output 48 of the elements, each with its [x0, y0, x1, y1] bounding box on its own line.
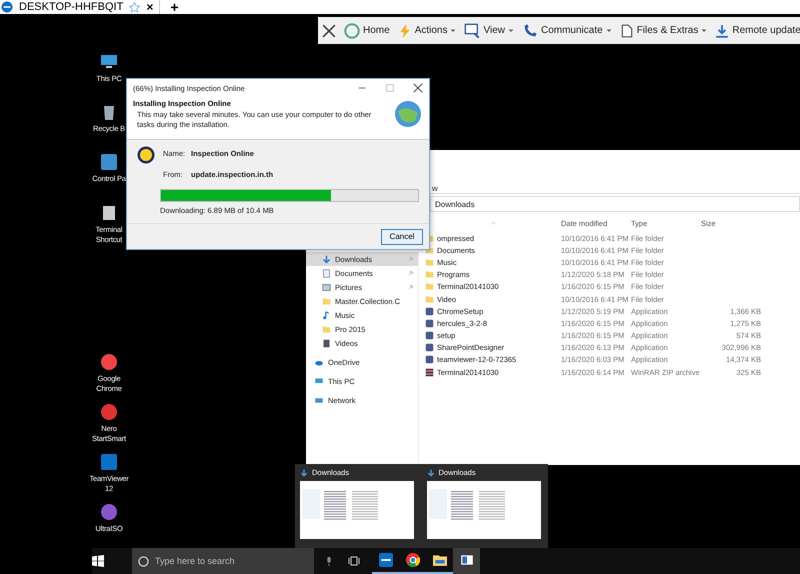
monitor-icon	[464, 22, 480, 38]
toolbar-button[interactable]: Home	[344, 22, 390, 38]
file-icon	[620, 22, 634, 38]
close-icon	[413, 83, 423, 93]
close-tab-button[interactable]: ×	[146, 0, 154, 14]
picture-icon	[322, 282, 331, 292]
close-button[interactable]	[322, 24, 336, 38]
star-icon[interactable]	[129, 2, 140, 12]
session-name: DESKTOP-HHFBQIT	[19, 1, 124, 13]
document-icon	[322, 268, 331, 278]
new-tab-button[interactable]: +	[170, 0, 179, 15]
windows-start-icon	[92, 555, 104, 567]
search-field[interactable]: Type here to search	[155, 551, 305, 571]
window-thumbnail-drawing[interactable]	[300, 481, 414, 539]
sort-caret-icon	[490, 220, 496, 226]
archive-icon	[425, 368, 434, 377]
maximize-icon	[385, 83, 395, 93]
task-view-icon	[348, 555, 360, 567]
address-bar[interactable]: Downloads	[430, 196, 800, 212]
folder-icon	[322, 296, 331, 306]
download-icon	[322, 254, 331, 264]
film-icon	[322, 338, 331, 348]
phone-icon	[522, 22, 538, 38]
taskbar-app-button[interactable]	[453, 548, 480, 574]
folder-icon	[322, 324, 331, 334]
network-icon	[314, 396, 324, 404]
globe-icon	[393, 99, 423, 129]
toolbar-button[interactable]: Actions	[398, 22, 456, 38]
ribbon-tab[interactable]: w	[432, 184, 438, 193]
lightning-icon	[398, 22, 412, 38]
window-thumbnail-drawing[interactable]	[426, 481, 540, 539]
close-icon	[322, 24, 336, 38]
window-icon	[460, 553, 474, 567]
toolbar-button[interactable]: Communicate	[522, 22, 612, 38]
download-icon	[715, 22, 730, 38]
toolbar-button[interactable]: Remote update	[715, 22, 800, 38]
folder-icon	[432, 553, 446, 567]
seal-icon	[137, 146, 155, 164]
toolbar-button[interactable]: Files & Extras	[620, 22, 708, 38]
music-note-icon	[322, 310, 331, 320]
search-box[interactable]: Type here to search	[132, 548, 314, 574]
cancel-button[interactable]: Cancel	[381, 228, 423, 244]
session-tab[interactable]: DESKTOP-HHFBQIT ×	[13, 0, 160, 14]
download-icon	[300, 468, 308, 476]
download-icon	[426, 468, 434, 476]
toolbar-button[interactable]: View	[464, 22, 514, 38]
search-icon	[138, 556, 149, 566]
monitor-icon	[314, 376, 324, 386]
